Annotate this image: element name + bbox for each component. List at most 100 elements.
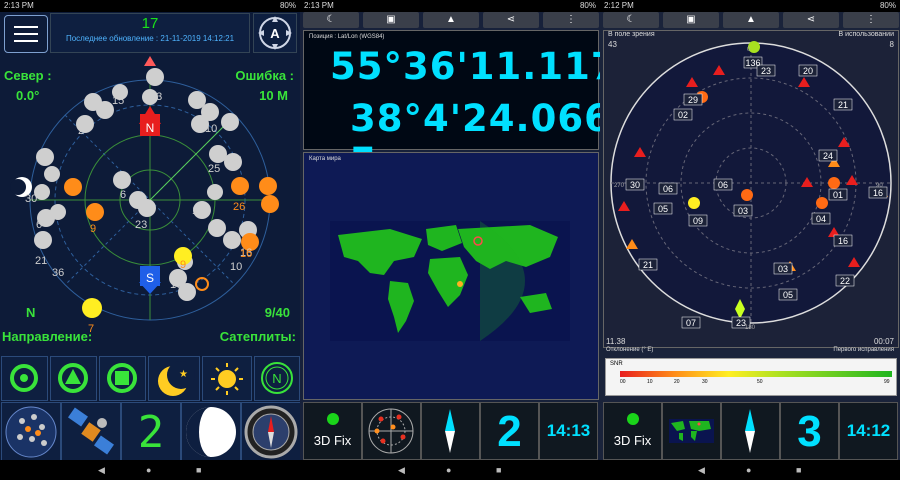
menu-icon-line: [14, 33, 38, 35]
fix-status-button[interactable]: 3D Fix: [603, 402, 662, 460]
position-card-title: Позиция : Lat/Lon (WGS84): [309, 34, 385, 40]
navigate-button[interactable]: ▲: [423, 12, 479, 28]
compass-a-icon: A: [258, 16, 292, 50]
direction-button[interactable]: [421, 402, 480, 460]
satellites-label: Сатеплиты:: [219, 329, 296, 344]
compass-dial-button[interactable]: [241, 402, 300, 462]
snr-tick: 30: [702, 379, 708, 385]
navigate-button[interactable]: ▲: [723, 12, 779, 28]
fix-status: 3D Fix: [613, 433, 652, 448]
wallet-button[interactable]: ▣: [663, 12, 719, 28]
home-icon[interactable]: ●: [446, 465, 451, 475]
compass-mode-button[interactable]: N: [254, 356, 300, 401]
svg-text:36: 36: [52, 267, 64, 279]
north-value: 0.0°: [16, 88, 40, 103]
moon-phase-icon: [186, 407, 236, 457]
svg-text:09: 09: [693, 216, 703, 226]
day-mode-button[interactable]: [202, 356, 252, 401]
svg-text:29: 29: [688, 95, 698, 105]
back-icon[interactable]: ◀: [398, 465, 405, 476]
svg-text:03: 03: [738, 206, 748, 216]
north-letter: N: [26, 305, 36, 320]
moon-icon: ☾: [626, 14, 636, 25]
direction-button[interactable]: [721, 402, 780, 460]
status-time: 2:13 PM: [304, 1, 334, 10]
svg-text:2: 2: [78, 125, 84, 137]
moon-icon: ☾: [326, 14, 336, 25]
count-button[interactable]: 3: [780, 402, 839, 460]
sun-icon: [211, 363, 243, 395]
svg-text:23: 23: [150, 91, 162, 103]
night-mode-button[interactable]: ☾: [603, 12, 659, 28]
svg-text:16: 16: [263, 201, 275, 213]
svg-text:21: 21: [838, 100, 848, 110]
fix-indicator-icon: [627, 413, 639, 425]
position-pane: 2:13 PM 80% ☾ ▣ ▲ ⋖ ⋮ Позиция : Lat/Lon …: [300, 0, 600, 480]
target-button[interactable]: [1, 356, 48, 401]
fix-status: 3D Fix: [313, 433, 352, 448]
svg-text:15: 15: [192, 205, 204, 217]
home-icon[interactable]: ●: [146, 465, 151, 475]
recents-icon[interactable]: ■: [196, 465, 201, 475]
svg-text:S: S: [146, 271, 154, 285]
tool-row: ★ N: [0, 356, 300, 401]
svg-text:23: 23: [761, 66, 771, 76]
fix-status-button[interactable]: 3D Fix: [303, 402, 362, 460]
more-icon: ⋮: [866, 14, 876, 25]
night-mode-button[interactable]: ☾: [303, 12, 359, 28]
first-fix-value: 00:07: [873, 337, 894, 346]
svg-text:30: 30: [630, 180, 640, 190]
snr-gradient: [620, 371, 892, 377]
svg-text:02: 02: [678, 110, 688, 120]
share-button[interactable]: ⋖: [483, 12, 539, 28]
battery-level: 80%: [579, 1, 596, 10]
count-button[interactable]: 2: [480, 402, 539, 460]
svg-text:★: ★: [179, 369, 188, 380]
menu-icon-line: [14, 40, 38, 42]
world-map-icon: [669, 419, 714, 443]
home-icon[interactable]: ●: [746, 465, 751, 475]
recents-icon[interactable]: ■: [496, 465, 501, 475]
satellite-sky-radar: N S 15 23 2 10 94 25 30 6 21 36 6 23 15 10 16 16…: [10, 56, 279, 335]
svg-text:25: 25: [208, 163, 220, 175]
snr-label: SNR: [610, 361, 623, 367]
toolbar: ☾ ▣ ▲ ⋖ ⋮: [603, 12, 899, 28]
satellite-ratio: 9/40: [264, 305, 290, 320]
radar-icon: [368, 408, 414, 454]
time-button[interactable]: 14:13: [539, 402, 598, 460]
bottom-row: 3D Fix 2 14:13: [303, 402, 599, 460]
svg-text:07: 07: [686, 318, 696, 328]
world-map-title: Карта мира: [309, 156, 341, 162]
square-button[interactable]: [99, 356, 146, 401]
nav-bar: ◀ ● ■: [0, 460, 300, 480]
compass-button[interactable]: A: [253, 13, 297, 53]
battery-level: 80%: [879, 1, 896, 10]
time-button[interactable]: 14:12: [839, 402, 898, 460]
moon-phase-button[interactable]: [181, 402, 241, 462]
radar-button[interactable]: [362, 402, 421, 460]
svg-text:15: 15: [112, 95, 124, 107]
skyplot: 13623 20 2902 21 24 30 06 06 05 09 03 01 16 04 16…: [610, 41, 892, 329]
triangle-button[interactable]: [50, 356, 97, 401]
satellite-button[interactable]: [61, 402, 121, 462]
digit-button[interactable]: 2: [121, 402, 181, 462]
satellite-map-button[interactable]: [1, 402, 61, 462]
deviation-label: Отклонение (° Е): [606, 347, 654, 353]
overflow-menu-button[interactable]: ⋮: [843, 12, 899, 28]
share-icon: ⋖: [806, 14, 816, 25]
needle-icon: [745, 409, 755, 453]
deviation-value: 11.38: [606, 337, 626, 346]
wallet-button[interactable]: ▣: [363, 12, 419, 28]
skyplot-pane: 2:12 PM 80% ☾ ▣ ▲ ⋖ ⋮ В поле зрения 43 В…: [600, 0, 900, 480]
snr-tick: 50: [757, 379, 763, 385]
overflow-menu-button[interactable]: ⋮: [543, 12, 599, 28]
back-icon[interactable]: ◀: [98, 465, 105, 476]
menu-button[interactable]: [4, 15, 48, 53]
share-button[interactable]: ⋖: [783, 12, 839, 28]
recents-icon[interactable]: ■: [796, 465, 801, 475]
world-map-button[interactable]: [662, 402, 721, 460]
square-icon: [107, 363, 137, 393]
night-mode-button[interactable]: ★: [148, 356, 200, 401]
back-icon[interactable]: ◀: [698, 465, 705, 476]
share-icon: ⋖: [506, 14, 516, 25]
